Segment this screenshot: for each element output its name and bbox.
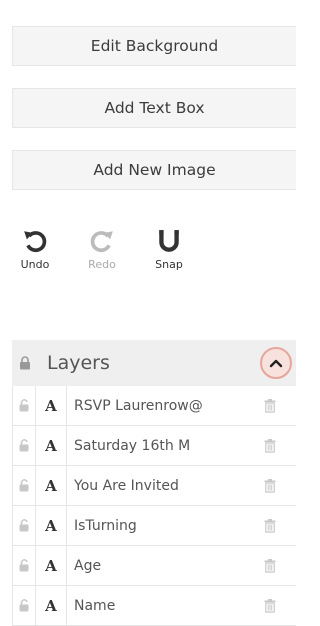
edit-background-button[interactable]: Edit Background xyxy=(12,26,296,66)
lock-icon[interactable] xyxy=(18,356,32,370)
snap-button[interactable]: Snap xyxy=(146,228,192,271)
trash-icon[interactable] xyxy=(244,598,296,613)
unlock-icon[interactable] xyxy=(13,386,36,425)
trash-icon[interactable] xyxy=(244,438,296,453)
layers-list: A RSVP Laurenrow@ A Saturday 16th M A You Are… xyxy=(12,386,296,626)
layer-name[interactable]: You Are Invited xyxy=(67,478,244,494)
text-icon: A xyxy=(36,546,67,585)
add-new-image-button[interactable]: Add New Image xyxy=(12,150,296,190)
undo-icon xyxy=(24,231,47,253)
layer-name[interactable]: Saturday 16th M xyxy=(67,438,244,454)
text-icon: A xyxy=(36,506,67,545)
layer-name[interactable]: Name xyxy=(67,598,244,614)
layer-row[interactable]: A Name xyxy=(12,586,296,626)
layer-row[interactable]: A You Are Invited xyxy=(12,466,296,506)
undo-label: Undo xyxy=(20,258,50,271)
layer-row[interactable]: A IsTurning xyxy=(12,506,296,546)
unlock-icon[interactable] xyxy=(13,506,36,545)
magnet-icon xyxy=(159,230,179,252)
redo-icon xyxy=(90,231,113,253)
text-icon: A xyxy=(36,586,67,625)
layer-row[interactable]: A Saturday 16th M xyxy=(12,426,296,466)
trash-icon[interactable] xyxy=(244,518,296,533)
layers-header: Layers xyxy=(12,340,296,386)
chevron-up-icon xyxy=(269,359,283,368)
unlock-icon[interactable] xyxy=(13,586,36,625)
unlock-icon[interactable] xyxy=(13,546,36,585)
layer-name[interactable]: Age xyxy=(67,558,244,574)
add-text-box-button[interactable]: Add Text Box xyxy=(12,88,296,128)
layer-name[interactable]: IsTurning xyxy=(67,518,244,534)
text-icon: A xyxy=(36,386,67,425)
trash-icon[interactable] xyxy=(244,398,296,413)
undo-button[interactable]: Undo xyxy=(12,228,58,271)
layer-row[interactable]: A RSVP Laurenrow@ xyxy=(12,386,296,426)
layer-row[interactable]: A Age xyxy=(12,546,296,586)
redo-label: Redo xyxy=(88,258,116,271)
trash-icon[interactable] xyxy=(244,558,296,573)
layer-name[interactable]: RSVP Laurenrow@ xyxy=(67,398,244,414)
text-icon: A xyxy=(36,466,67,505)
toolbar: Undo Redo Snap xyxy=(12,228,213,271)
text-icon: A xyxy=(36,426,67,465)
snap-label: Snap xyxy=(155,258,183,271)
unlock-icon[interactable] xyxy=(13,466,36,505)
trash-icon[interactable] xyxy=(244,478,296,493)
unlock-icon[interactable] xyxy=(13,426,36,465)
layers-title: Layers xyxy=(47,352,110,374)
redo-button[interactable]: Redo xyxy=(79,228,125,271)
collapse-layers-button[interactable] xyxy=(260,347,292,379)
